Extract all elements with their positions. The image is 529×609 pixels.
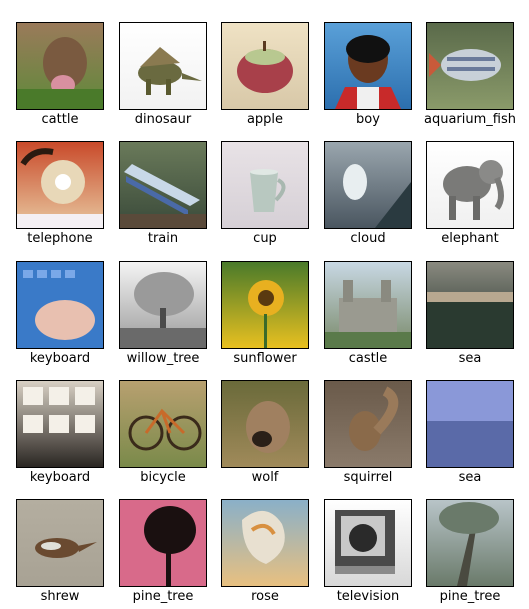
thumbnail-graphic (120, 381, 206, 467)
thumbnail-image (16, 380, 104, 468)
thumbnail-image (221, 499, 309, 587)
thumbnail-graphic (222, 381, 308, 467)
grid-cell: sunflower (221, 261, 309, 371)
thumbnail-graphic (427, 142, 513, 228)
thumbnail-graphic (17, 142, 103, 228)
grid-cell: castle (324, 261, 412, 371)
thumbnail-graphic (120, 262, 206, 348)
grid-cell: train (119, 141, 207, 251)
grid-cell: shrew (16, 499, 104, 609)
thumbnail-graphic (17, 23, 103, 109)
thumbnail-graphic (222, 142, 308, 228)
thumbnail-graphic (325, 262, 411, 348)
thumbnail-graphic (325, 142, 411, 228)
grid-cell: bicycle (119, 380, 207, 490)
grid-cell: apple (221, 22, 309, 132)
grid-cell: wolf (221, 380, 309, 490)
thumbnail-graphic (222, 23, 308, 109)
thumbnail-graphic (427, 381, 513, 467)
image-label: aquarium_fish (424, 112, 516, 127)
grid-cell: dinosaur (119, 22, 207, 132)
image-label: sea (458, 351, 482, 366)
thumbnail-graphic (427, 262, 513, 348)
grid-cell: squirrel (324, 380, 412, 490)
image-label: pine_tree (439, 589, 501, 604)
thumbnail-image (426, 499, 514, 587)
thumbnail-graphic (222, 262, 308, 348)
thumbnail-graphic (120, 23, 206, 109)
thumbnail-image (16, 261, 104, 349)
thumbnail-graphic (325, 381, 411, 467)
thumbnail-image (324, 141, 412, 229)
thumbnail-image (426, 261, 514, 349)
grid-cell: keyboard (16, 261, 104, 371)
thumbnail-image (324, 22, 412, 110)
thumbnail-graphic (222, 500, 308, 586)
thumbnail-image (16, 499, 104, 587)
thumbnail-graphic (427, 500, 513, 586)
grid-cell: cattle (16, 22, 104, 132)
image-label: sea (458, 470, 482, 485)
thumbnail-graphic (120, 142, 206, 228)
thumbnail-graphic (325, 500, 411, 586)
thumbnail-image (426, 22, 514, 110)
grid-cell: elephant (426, 141, 514, 251)
grid-cell: television (324, 499, 412, 609)
grid-cell: sea (426, 380, 514, 490)
thumbnail-graphic (120, 500, 206, 586)
thumbnail-graphic (17, 500, 103, 586)
thumbnail-image (119, 499, 207, 587)
grid-cell: keyboard (16, 380, 104, 490)
grid-cell: cup (221, 141, 309, 251)
thumbnail-image (221, 380, 309, 468)
grid-cell: telephone (16, 141, 104, 251)
image-grid: cattle dinosaur apple boy aquarium_fish … (0, 0, 529, 608)
thumbnail-image (426, 141, 514, 229)
thumbnail-graphic (427, 23, 513, 109)
grid-cell: rose (221, 499, 309, 609)
thumbnail-image (221, 141, 309, 229)
thumbnail-image (221, 261, 309, 349)
thumbnail-image (324, 380, 412, 468)
thumbnail-graphic (17, 381, 103, 467)
image-label: elephant (441, 231, 499, 246)
thumbnail-image (221, 22, 309, 110)
thumbnail-image (119, 380, 207, 468)
thumbnail-image (119, 261, 207, 349)
thumbnail-image (324, 261, 412, 349)
thumbnail-image (324, 499, 412, 587)
thumbnail-image (426, 380, 514, 468)
thumbnail-graphic (17, 262, 103, 348)
thumbnail-image (119, 22, 207, 110)
grid-cell: sea (426, 261, 514, 371)
thumbnail-image (119, 141, 207, 229)
thumbnail-image (16, 141, 104, 229)
grid-cell: pine_tree (426, 499, 514, 609)
grid-cell: aquarium_fish (424, 22, 516, 132)
grid-cell: willow_tree (119, 261, 207, 371)
grid-cell: pine_tree (119, 499, 207, 609)
grid-cell: cloud (324, 141, 412, 251)
thumbnail-image (16, 22, 104, 110)
thumbnail-graphic (325, 23, 411, 109)
grid-cell: boy (324, 22, 412, 132)
